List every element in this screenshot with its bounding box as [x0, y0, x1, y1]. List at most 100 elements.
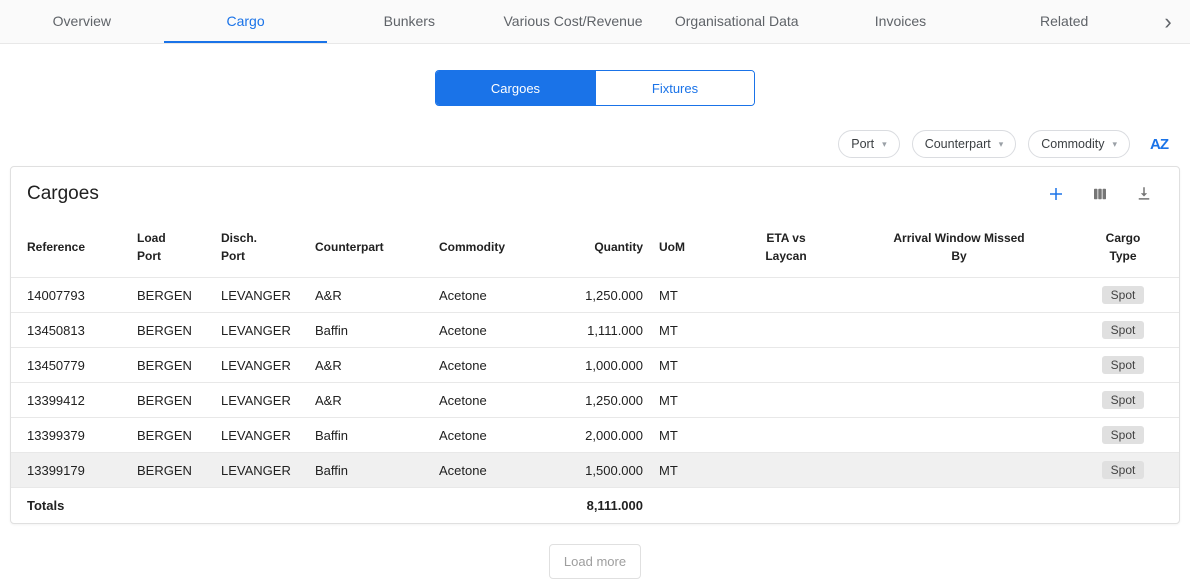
nav-tab-bunkers[interactable]: Bunkers: [327, 0, 491, 43]
load-more-wrap: Load more: [0, 544, 1190, 579]
cell-quantity: 1,250.000: [559, 383, 651, 418]
totals-empty-cell: [213, 488, 307, 524]
cell-uom: MT: [651, 453, 721, 488]
cell-counterpart: Baffin: [307, 418, 431, 453]
cell-commodity: Acetone: [431, 453, 559, 488]
load-more-button[interactable]: Load more: [549, 544, 641, 579]
table-row[interactable]: 13399179BERGENLEVANGERBaffinAcetone1,500…: [11, 453, 1179, 488]
cell-cargo-type: Spot: [1067, 453, 1179, 488]
cell-disch-port: LEVANGER: [213, 313, 307, 348]
totals-empty-cell: [431, 488, 559, 524]
cell-arrival-window-missed-by: [851, 418, 1067, 453]
column-header-counterpart: Counterpart: [307, 221, 431, 278]
cell-commodity: Acetone: [431, 348, 559, 383]
download-icon[interactable]: [1135, 185, 1153, 203]
totals-empty-cell: [851, 488, 1067, 524]
cell-commodity: Acetone: [431, 418, 559, 453]
nav-tab-invoices[interactable]: Invoices: [819, 0, 983, 43]
cell-counterpart: A&R: [307, 278, 431, 313]
cell-load-port: BERGEN: [129, 453, 213, 488]
columns-icon[interactable]: [1091, 185, 1109, 203]
table-row[interactable]: 14007793BERGENLEVANGERA&RAcetone1,250.00…: [11, 278, 1179, 313]
cell-commodity: Acetone: [431, 313, 559, 348]
cell-load-port: BERGEN: [129, 383, 213, 418]
filter-chip-label: Port: [851, 137, 874, 151]
cell-eta-vs-laycan: [721, 453, 851, 488]
cell-cargo-type: Spot: [1067, 348, 1179, 383]
cell-reference: 14007793: [11, 278, 129, 313]
cell-cargo-type: Spot: [1067, 278, 1179, 313]
cell-uom: MT: [651, 418, 721, 453]
nav-tab-various-cost-revenue[interactable]: Various Cost/Revenue: [491, 0, 655, 43]
cell-disch-port: LEVANGER: [213, 383, 307, 418]
cell-quantity: 2,000.000: [559, 418, 651, 453]
sort-alphabetical-icon[interactable]: AZ: [1150, 136, 1168, 153]
cell-disch-port: LEVANGER: [213, 348, 307, 383]
cell-disch-port: LEVANGER: [213, 453, 307, 488]
cell-load-port: BERGEN: [129, 278, 213, 313]
totals-empty-cell: [307, 488, 431, 524]
table-row[interactable]: 13399379BERGENLEVANGERBaffinAcetone2,000…: [11, 418, 1179, 453]
column-header-disch-port: Disch.Port: [213, 221, 307, 278]
cargo-type-badge: Spot: [1102, 426, 1145, 444]
cell-eta-vs-laycan: [721, 278, 851, 313]
cell-quantity: 1,111.000: [559, 313, 651, 348]
cargo-type-badge: Spot: [1102, 356, 1145, 374]
cargoes-table: ReferenceLoadPortDisch.PortCounterpartCo…: [11, 221, 1179, 523]
view-toggle: CargoesFixtures: [435, 70, 755, 106]
cell-quantity: 1,000.000: [559, 348, 651, 383]
cell-load-port: BERGEN: [129, 348, 213, 383]
cell-uom: MT: [651, 313, 721, 348]
cell-uom: MT: [651, 278, 721, 313]
nav-tabs: OverviewCargoBunkersVarious Cost/Revenue…: [0, 0, 1146, 43]
nav-scroll-right-button[interactable]: ›: [1146, 0, 1190, 43]
filter-bar: Port▾ Counterpart▾ Commodity▾ AZ: [0, 130, 1168, 158]
column-header-cargo-type: CargoType: [1067, 221, 1179, 278]
cell-arrival-window-missed-by: [851, 278, 1067, 313]
cell-eta-vs-laycan: [721, 418, 851, 453]
cargo-type-badge: Spot: [1102, 391, 1145, 409]
cell-eta-vs-laycan: [721, 313, 851, 348]
column-header-quantity: Quantity: [559, 221, 651, 278]
column-header-uom: UoM: [651, 221, 721, 278]
totals-empty-cell: [1067, 488, 1179, 524]
toggle-cargoes[interactable]: Cargoes: [436, 71, 595, 105]
filter-chip-port[interactable]: Port▾: [838, 130, 899, 158]
cell-quantity: 1,250.000: [559, 278, 651, 313]
cell-counterpart: A&R: [307, 348, 431, 383]
cargoes-card: Cargoes ReferenceLoadPortDisch.PortCount…: [10, 166, 1180, 524]
column-header-commodity: Commodity: [431, 221, 559, 278]
cell-counterpart: Baffin: [307, 313, 431, 348]
cell-arrival-window-missed-by: [851, 348, 1067, 383]
column-header-reference: Reference: [11, 221, 129, 278]
table-row[interactable]: 13399412BERGENLEVANGERA&RAcetone1,250.00…: [11, 383, 1179, 418]
table-row[interactable]: 13450779BERGENLEVANGERA&RAcetone1,000.00…: [11, 348, 1179, 383]
chevron-right-icon: ›: [1164, 9, 1171, 35]
cell-reference: 13399379: [11, 418, 129, 453]
cargo-type-badge: Spot: [1102, 461, 1145, 479]
totals-quantity: 8,111.000: [559, 488, 651, 524]
cell-arrival-window-missed-by: [851, 453, 1067, 488]
filter-chips: Port▾ Counterpart▾ Commodity▾: [838, 130, 1130, 158]
add-icon[interactable]: [1047, 185, 1065, 203]
cell-disch-port: LEVANGER: [213, 278, 307, 313]
table-header-row: ReferenceLoadPortDisch.PortCounterpartCo…: [11, 221, 1179, 278]
filter-chip-label: Counterpart: [925, 137, 991, 151]
nav-tab-related[interactable]: Related: [982, 0, 1146, 43]
table-row[interactable]: 13450813BERGENLEVANGERBaffinAcetone1,111…: [11, 313, 1179, 348]
cell-reference: 13450779: [11, 348, 129, 383]
cell-commodity: Acetone: [431, 383, 559, 418]
totals-row: Totals8,111.000: [11, 488, 1179, 524]
cell-cargo-type: Spot: [1067, 418, 1179, 453]
filter-chip-counterpart[interactable]: Counterpart▾: [912, 130, 1017, 158]
filter-chip-commodity[interactable]: Commodity▾: [1028, 130, 1130, 158]
column-header-arrival-window-missed-by: Arrival Window MissedBy: [851, 221, 1067, 278]
nav-tab-cargo[interactable]: Cargo: [164, 0, 328, 43]
filter-chip-label: Commodity: [1041, 137, 1104, 151]
cargo-type-badge: Spot: [1102, 286, 1145, 304]
cell-reference: 13450813: [11, 313, 129, 348]
toggle-fixtures[interactable]: Fixtures: [595, 71, 754, 105]
cargo-type-badge: Spot: [1102, 321, 1145, 339]
nav-tab-organisational-data[interactable]: Organisational Data: [655, 0, 819, 43]
nav-tab-overview[interactable]: Overview: [0, 0, 164, 43]
